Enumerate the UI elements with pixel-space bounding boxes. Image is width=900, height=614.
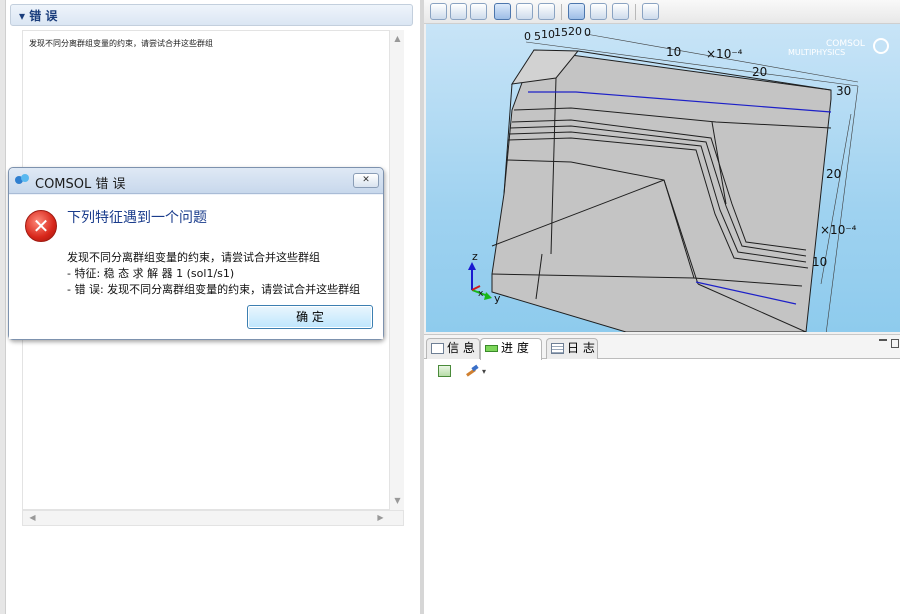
comsol-logo-icon — [15, 174, 29, 187]
axis-tick-label: 10 — [541, 28, 555, 41]
minimize-icon[interactable] — [879, 339, 887, 341]
error-dialog: COMSOL 错 误 ✕ ✕ 下列特征遇到一个问题 发现不同分离群组变量的约束，… — [8, 167, 384, 340]
scroll-down-icon[interactable]: ▼ — [390, 496, 405, 505]
dialog-message: 发现不同分离群组变量的约束，请尝试合并这些群组 — [67, 251, 320, 264]
dialog-detail-feature: - 特征: 稳 态 求 解 器 1 (sol1/s1) — [67, 267, 235, 280]
maximize-icon[interactable] — [891, 339, 899, 348]
panel-edge — [0, 0, 6, 614]
axis-tick-label: 20 — [568, 25, 582, 38]
tab-label: 信 息 — [447, 341, 475, 355]
tab-label: 进 度 — [501, 341, 529, 355]
ok-button[interactable]: 确 定 — [247, 305, 373, 329]
deselect-icon[interactable] — [612, 3, 629, 20]
axis-y-label: y — [494, 292, 501, 305]
scroll-right-icon[interactable]: ▶ — [373, 513, 388, 522]
zoom-out-icon[interactable] — [470, 3, 487, 20]
tab-progress[interactable]: 进 度 — [480, 338, 542, 360]
dialog-titlebar[interactable]: COMSOL 错 误 ✕ — [9, 168, 383, 194]
log-icon — [551, 343, 564, 354]
toolbar-separator — [561, 4, 562, 20]
error-section-header[interactable]: ▾ 错 误 — [10, 4, 413, 26]
error-text: 发现不同分离群组变量的约束，请尝试合并这些群组 — [29, 39, 213, 48]
axis-tick-label: 5 — [534, 30, 541, 43]
tab-label: 日 志 — [567, 341, 595, 355]
toolbar-separator — [635, 4, 636, 20]
error-icon: ✕ — [25, 210, 57, 242]
graphics-toolbar — [424, 0, 900, 24]
vertical-scrollbar[interactable]: ▲ ▼ — [389, 30, 404, 510]
axis-tick-label: 10 — [666, 45, 681, 59]
axis-scale-label: ×10⁻⁴ — [706, 47, 743, 61]
dialog-heading: 下列特征遇到一个问题 — [67, 210, 207, 226]
dialog-body: ✕ 下列特征遇到一个问题 发现不同分离群组变量的约束，请尝试合并这些群组 - 特… — [9, 195, 383, 339]
bottom-panel: 信 息 进 度 日 志 ▾ — [424, 334, 900, 614]
axis-scale-label: ×10⁻⁴ — [820, 223, 857, 237]
tab-messages[interactable]: 信 息 — [426, 338, 480, 359]
axis-tick-label: 10 — [812, 255, 827, 269]
chevron-down-icon[interactable]: ▾ — [482, 367, 486, 376]
brand-subtitle: MULTIPHYSICS — [788, 48, 845, 57]
axis-tick-label: 30 — [836, 84, 851, 98]
rotate-icon[interactable] — [516, 3, 533, 20]
progress-icon — [485, 345, 498, 352]
dialog-detail-error: - 错 误: 发现不同分离群组变量的约束，请尝试合并这些群组 — [67, 283, 361, 296]
axis-tick-label: 20 — [826, 167, 841, 181]
message-icon — [431, 343, 444, 354]
horizontal-scrollbar[interactable]: ◀ ▶ — [22, 510, 404, 526]
comsol-logo-icon — [873, 38, 889, 54]
error-section-title: ▾ 错 误 — [19, 9, 58, 23]
dialog-title: COMSOL 错 误 — [35, 177, 126, 192]
axis-tick-label: 0 — [584, 26, 591, 39]
screenshot-icon[interactable] — [642, 3, 659, 20]
geometry-view[interactable]: 0 5 10 15 20 0 10 20 30 ×10⁻⁴ 20 ×10⁻⁴ 1… — [426, 24, 900, 332]
pan-icon[interactable] — [538, 3, 555, 20]
axis-tick-label: 20 — [752, 65, 767, 79]
zoom-extents-icon[interactable] — [494, 3, 511, 20]
axis-tick-label: 0 — [524, 30, 531, 43]
select-box-icon[interactable] — [590, 3, 607, 20]
scroll-left-icon[interactable]: ◀ — [25, 513, 40, 522]
scroll-up-icon[interactable]: ▲ — [390, 34, 405, 43]
select-icon[interactable] — [568, 3, 585, 20]
clear-icon[interactable] — [464, 364, 480, 377]
bottom-tab-bar: 信 息 进 度 日 志 — [424, 335, 900, 360]
zoom-in-icon[interactable] — [450, 3, 467, 20]
close-button[interactable]: ✕ — [353, 173, 379, 188]
export-icon[interactable] — [438, 365, 451, 377]
progress-toolbar: ▾ — [424, 360, 900, 382]
zoom-box-icon[interactable] — [430, 3, 447, 20]
axis-x-label: x — [478, 289, 484, 299]
axis-z-label: z — [472, 250, 478, 263]
tab-log[interactable]: 日 志 — [546, 338, 598, 359]
axis-tick-label: 15 — [554, 26, 568, 39]
graphics-viewport[interactable]: 0 5 10 15 20 0 10 20 30 ×10⁻⁴ 20 ×10⁻⁴ 1… — [426, 24, 900, 332]
